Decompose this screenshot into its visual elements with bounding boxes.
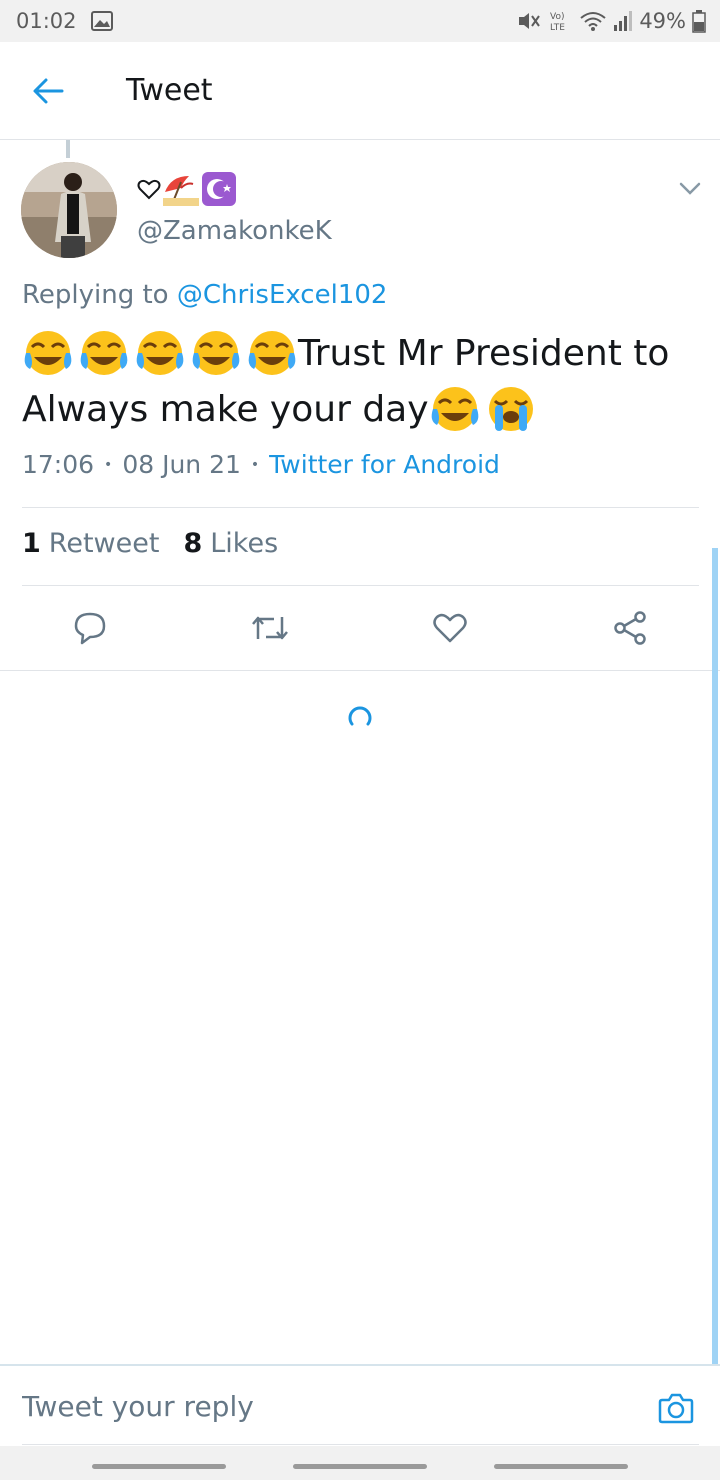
retweet-label: Retweet [48, 528, 160, 559]
tweet-actions [0, 586, 720, 670]
retweet-count: 1 [22, 528, 41, 559]
nav-back-button[interactable] [494, 1464, 628, 1469]
star-and-crescent-icon [201, 171, 237, 207]
status-bar: 01:02 Vo) LTE 49% [0, 0, 720, 42]
camera-icon [656, 1388, 696, 1428]
tears-of-joy-emoji-group [22, 329, 298, 381]
tweet-time: 17:06 [22, 450, 95, 479]
app-bar: Tweet [0, 42, 720, 140]
gallery-notification-icon [90, 11, 113, 31]
face-with-tears-of-joy-icon [431, 387, 478, 431]
thread-connector-line [66, 140, 70, 158]
reply-composer [0, 1364, 720, 1446]
heart-outline-icon [137, 177, 161, 201]
tweet-text: Trust Mr President to Always make your d… [22, 326, 702, 438]
like-count-link[interactable]: 8 Likes [183, 528, 278, 559]
system-nav-bar [0, 1446, 720, 1480]
arrow-left-icon [32, 77, 64, 105]
retweet-button[interactable] [180, 586, 360, 670]
beach-umbrella-icon [163, 172, 199, 206]
battery-percent: 49% [639, 9, 686, 33]
replying-to: Replying to @ChrisExcel102 [22, 280, 387, 310]
meta-separator: • [104, 456, 113, 473]
signal-icon [613, 10, 633, 32]
replying-prefix: Replying to [22, 280, 177, 310]
meta-separator: • [250, 456, 260, 473]
status-time: 01:02 [16, 9, 77, 33]
wifi-icon [579, 10, 607, 32]
divider [22, 507, 699, 508]
tweet-source-link[interactable]: Twitter for Android [269, 450, 500, 479]
reply-button[interactable] [0, 586, 180, 670]
like-button[interactable] [360, 586, 540, 670]
mute-icon [517, 10, 541, 32]
trailing-emoji-group [429, 385, 537, 437]
nav-recents-button[interactable] [92, 1464, 226, 1469]
svg-text:Vo): Vo) [550, 12, 564, 22]
avatar[interactable] [21, 162, 117, 258]
tweet-options-button[interactable] [676, 176, 704, 200]
tweet-meta: 17:06 • 08 Jun 21 • Twitter for Android [22, 450, 500, 479]
chevron-down-icon [676, 176, 704, 200]
tweet-stats: 1 Retweet 8 Likes [22, 528, 302, 559]
face-with-tears-of-joy-icon [80, 331, 128, 375]
heart-icon [432, 612, 468, 644]
like-count: 8 [183, 528, 203, 559]
comment-icon [72, 611, 108, 645]
reply-underline [22, 1444, 699, 1445]
face-with-tears-of-joy-icon [136, 331, 184, 375]
divider [0, 670, 720, 671]
tweet-date: 08 Jun 21 [122, 450, 241, 479]
page-title: Tweet [126, 73, 213, 108]
loading-spinner-icon [346, 704, 374, 732]
volte-icon: Vo) LTE [547, 9, 573, 33]
camera-button[interactable] [656, 1388, 696, 1428]
face-with-tears-of-joy-icon [192, 331, 240, 375]
user-handle[interactable]: @ZamakonkeK [137, 216, 332, 246]
display-name[interactable] [137, 170, 237, 208]
share-icon [612, 611, 648, 645]
nav-home-button[interactable] [293, 1464, 427, 1469]
loudly-crying-face-icon [488, 387, 533, 431]
svg-text:LTE: LTE [550, 23, 565, 33]
scrollbar[interactable] [712, 548, 718, 1364]
face-with-tears-of-joy-icon [24, 331, 72, 375]
retweet-count-link[interactable]: 1 Retweet [22, 528, 159, 559]
like-label: Likes [210, 528, 279, 559]
reply-input[interactable] [22, 1384, 622, 1428]
back-button[interactable] [0, 42, 96, 140]
replying-to-link[interactable]: @ChrisExcel102 [177, 280, 388, 310]
battery-icon [692, 9, 706, 33]
retweet-icon [250, 613, 290, 643]
face-with-tears-of-joy-icon [248, 331, 296, 375]
share-button[interactable] [540, 586, 720, 670]
